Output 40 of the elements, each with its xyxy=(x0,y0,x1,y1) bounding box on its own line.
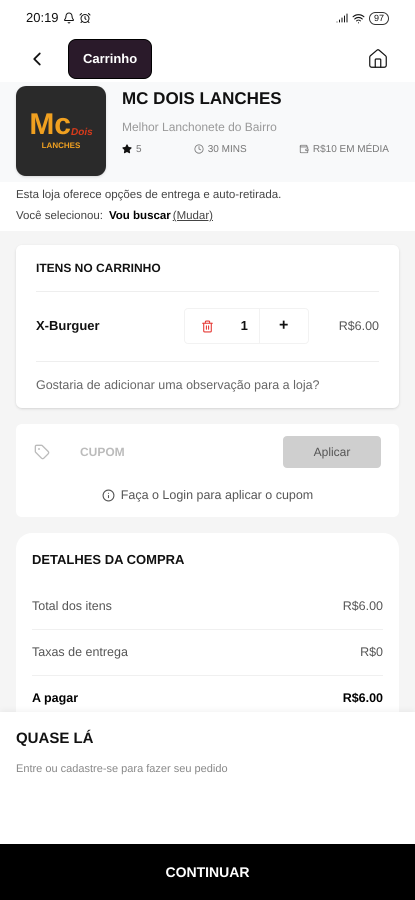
store-tagline: Melhor Lanchonete do Bairro xyxy=(122,118,278,136)
home-icon[interactable] xyxy=(367,48,389,70)
increase-button[interactable]: + xyxy=(260,314,308,338)
info-icon xyxy=(102,489,115,502)
detail-label: A pagar xyxy=(32,690,78,708)
wifi-icon xyxy=(352,12,365,24)
detail-label: Total dos itens xyxy=(32,598,112,615)
continue-button[interactable]: CONTINUAR xyxy=(0,844,415,900)
cart-title: ITENS NO CARRINHO xyxy=(36,244,379,292)
delivery-time: 30 MINS xyxy=(208,142,247,156)
delete-icon[interactable] xyxy=(200,320,214,332)
sheet-title: QUASE LÁ xyxy=(16,728,95,749)
item-quantity: 1 xyxy=(230,309,260,343)
delivery-info: Esta loja oferece opções de entrega e auto-retirada. xyxy=(16,188,282,203)
detail-value: R$6.00 xyxy=(342,598,383,615)
store-logo: McDois LANCHES xyxy=(16,86,106,176)
star-icon xyxy=(122,144,132,154)
bell-icon xyxy=(62,12,75,24)
detail-value: R$0 xyxy=(360,644,383,661)
item-name: X-Burguer xyxy=(36,317,101,336)
clock-icon xyxy=(194,144,204,154)
wallet-icon xyxy=(298,144,309,154)
battery-level: 97 xyxy=(368,12,389,24)
selection-label: Você selecionou: xyxy=(16,209,103,224)
sheet-subtitle: Entre ou cadastre-se para fazer seu pedido xyxy=(16,762,229,776)
alarm-icon xyxy=(78,12,91,24)
change-link[interactable]: (Mudar) xyxy=(172,208,213,226)
login-hint: Faça o Login para aplicar o cupom xyxy=(120,487,314,504)
store-name: MC DOIS LANCHES xyxy=(122,88,283,110)
details-title: DETALHES DA COMPRA xyxy=(32,551,186,569)
detail-label: Taxas de entrega xyxy=(32,644,128,661)
store-note-link[interactable]: Gostaria de adicionar uma observação para a loja? xyxy=(36,362,379,408)
selected-option: Vou buscar xyxy=(108,208,171,226)
store-rating: 5 xyxy=(136,142,142,156)
page-title: Carrinho xyxy=(68,39,152,79)
item-price: R$6.00 xyxy=(338,318,379,335)
tag-icon xyxy=(34,444,50,460)
average-price: R$10 EM MÉDIA xyxy=(312,142,389,156)
detail-value: R$6.00 xyxy=(342,690,383,708)
clock-time: 20:19 xyxy=(26,9,59,28)
